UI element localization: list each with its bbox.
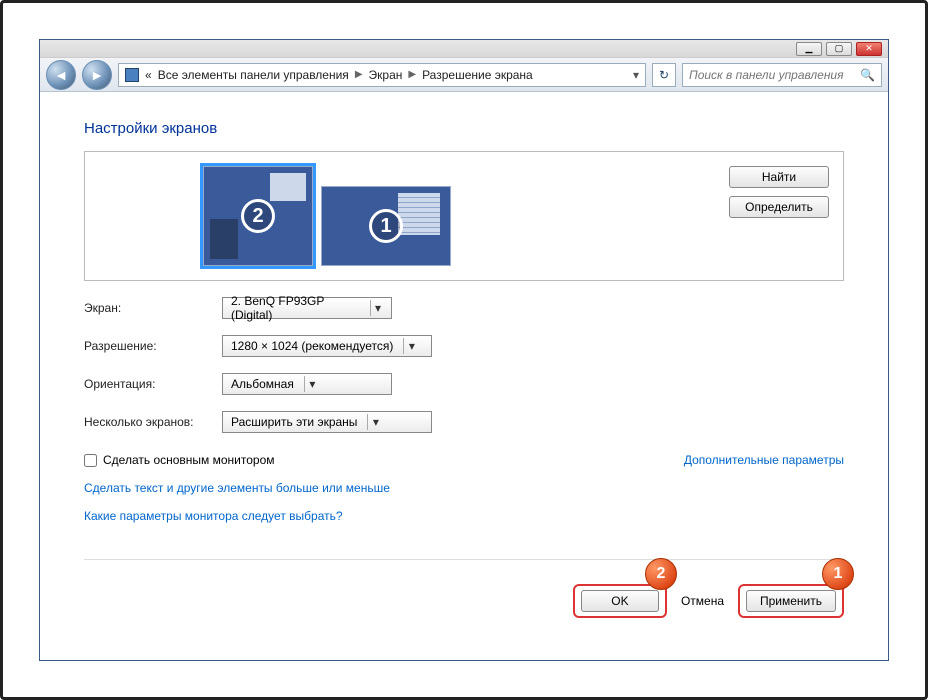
monitor-number: 1: [369, 209, 403, 243]
monitor-2[interactable]: 2: [203, 166, 313, 266]
resolution-label: Разрешение:: [84, 339, 214, 353]
orientation-value: Альбомная: [231, 377, 294, 391]
apply-button[interactable]: Применить: [746, 590, 836, 612]
multi-label: Несколько экранов:: [84, 415, 214, 429]
breadcrumb-chevron: «: [145, 68, 152, 82]
chevron-down-icon: ▾: [370, 300, 385, 316]
find-button[interactable]: Найти: [729, 166, 829, 188]
text-size-link[interactable]: Сделать текст и другие элементы больше и…: [84, 481, 844, 495]
callout-bubble-2: 2: [645, 558, 677, 590]
identify-button[interactable]: Определить: [729, 196, 829, 218]
resolution-dropdown[interactable]: 1280 × 1024 (рекомендуется) ▾: [222, 335, 432, 357]
close-button[interactable]: ✕: [856, 42, 882, 56]
breadcrumb-sep: ▶: [408, 69, 416, 80]
refresh-button[interactable]: ↻: [652, 63, 676, 87]
screen-label: Экран:: [84, 301, 214, 315]
nav-forward-button[interactable]: ►: [82, 60, 112, 90]
breadcrumb-item[interactable]: Разрешение экрана: [422, 68, 533, 82]
callout-bubble-1: 1: [822, 558, 854, 590]
search-input[interactable]: [689, 68, 856, 82]
monitor-layout[interactable]: 2 1: [203, 166, 451, 266]
screen-value: 2. BenQ FP93GP (Digital): [231, 294, 360, 322]
monitor-1[interactable]: 1: [321, 186, 451, 266]
monitor-number: 2: [241, 199, 275, 233]
make-primary-checkbox[interactable]: [84, 454, 97, 467]
which-settings-link[interactable]: Какие параметры монитора следует выбрать…: [84, 509, 844, 523]
advanced-settings-link[interactable]: Дополнительные параметры: [684, 453, 844, 467]
control-panel-icon: [125, 68, 139, 82]
address-dropdown-icon[interactable]: ▾: [633, 68, 639, 82]
navbar: ◄ ► « Все элементы панели управления ▶ Э…: [40, 58, 888, 92]
address-bar[interactable]: « Все элементы панели управления ▶ Экран…: [118, 63, 646, 87]
monitor-deco: [270, 173, 306, 201]
make-primary-label: Сделать основным монитором: [103, 453, 275, 467]
screen-dropdown[interactable]: 2. BenQ FP93GP (Digital) ▾: [222, 297, 392, 319]
monitor-deco: [210, 219, 238, 259]
explorer-window: ▁ ▢ ✕ ◄ ► « Все элементы панели управлен…: [39, 39, 889, 661]
chevron-down-icon: ▾: [403, 338, 419, 354]
breadcrumb-item[interactable]: Все элементы панели управления: [158, 68, 349, 82]
chevron-down-icon: ▾: [304, 376, 320, 392]
maximize-button[interactable]: ▢: [826, 42, 852, 56]
nav-back-button[interactable]: ◄: [46, 60, 76, 90]
apply-callout: Применить 1: [738, 584, 844, 618]
ok-callout: OK 2: [573, 584, 667, 618]
content-pane: Настройки экранов 2 1 Найти Определить Э…: [40, 92, 888, 660]
search-box[interactable]: 🔍: [682, 63, 882, 87]
cancel-button[interactable]: Отмена: [681, 594, 724, 608]
breadcrumb-sep: ▶: [355, 69, 363, 80]
minimize-button[interactable]: ▁: [796, 42, 822, 56]
page-title: Настройки экранов: [84, 120, 844, 137]
chevron-down-icon: ▾: [367, 414, 383, 430]
orientation-dropdown[interactable]: Альбомная ▾: [222, 373, 392, 395]
multi-value: Расширить эти экраны: [231, 415, 357, 429]
resolution-value: 1280 × 1024 (рекомендуется): [231, 339, 393, 353]
orientation-label: Ориентация:: [84, 377, 214, 391]
breadcrumb-item[interactable]: Экран: [369, 68, 403, 82]
titlebar: ▁ ▢ ✕: [40, 40, 888, 58]
dialog-footer: OK 2 Отмена Применить 1: [84, 559, 844, 618]
display-preview: 2 1 Найти Определить: [84, 151, 844, 281]
search-icon: 🔍: [860, 68, 875, 82]
ok-button[interactable]: OK: [581, 590, 659, 612]
multi-display-dropdown[interactable]: Расширить эти экраны ▾: [222, 411, 432, 433]
monitor-deco: [398, 193, 440, 235]
